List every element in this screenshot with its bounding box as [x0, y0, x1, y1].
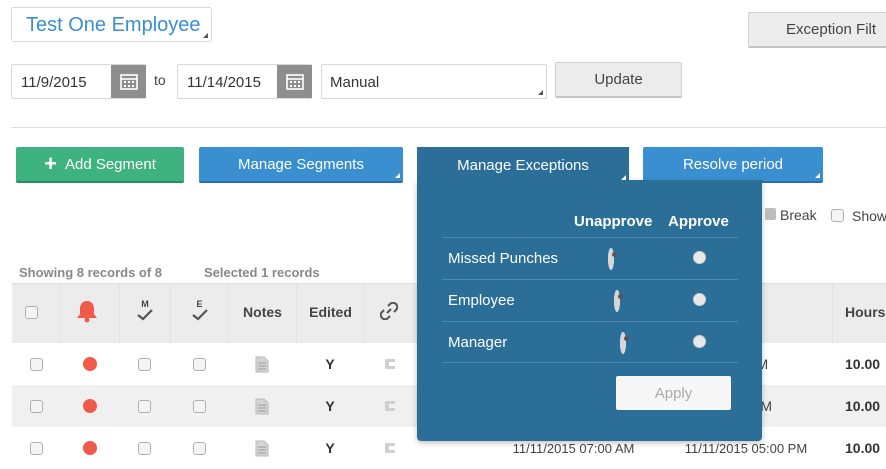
mode-select[interactable]: Manual [321, 64, 547, 99]
panel-divider [442, 362, 738, 363]
manage-segments-button[interactable]: Manage Segments [199, 147, 403, 183]
hours-header: Hours [845, 304, 886, 320]
apply-button[interactable]: Apply [616, 376, 731, 410]
note-document-icon[interactable] [255, 440, 269, 457]
dropdown-corner-icon [395, 173, 400, 178]
manager-unapprove-radio[interactable] [620, 332, 626, 354]
missed-punches-unapprove-radio[interactable] [608, 248, 614, 270]
missed-punches-label: Missed Punches [448, 250, 559, 267]
employee-select-value: Test One Employee [26, 14, 201, 36]
edited-value: Y [325, 440, 335, 456]
edited-value: Y [325, 356, 335, 372]
panel-divider [442, 321, 738, 322]
divider [11, 127, 886, 128]
check-icon [191, 308, 208, 320]
check-icon [137, 308, 153, 320]
exception-dot-icon [82, 441, 97, 455]
add-segment-button[interactable]: + Add Segment [16, 147, 184, 183]
select-all-checkbox[interactable] [25, 306, 38, 319]
date-range-to-label: to [154, 72, 166, 88]
bell-icon [76, 299, 98, 326]
employee-approve-checkbox[interactable] [192, 399, 206, 413]
manager-approve-radio[interactable] [693, 335, 706, 348]
records-selected-text: Selected 1 records [204, 265, 320, 280]
notes-header: Notes [243, 304, 282, 320]
panel-divider [442, 237, 738, 238]
hours-value: 10.00 [845, 398, 881, 414]
note-document-icon[interactable] [255, 398, 269, 415]
start-date-field[interactable]: 11/9/2015 [11, 64, 146, 99]
hours-value: 10.00 [845, 356, 881, 372]
row-checkbox[interactable] [29, 357, 43, 371]
manager-approve-checkbox[interactable] [138, 399, 151, 413]
dropdown-corner-icon [538, 90, 543, 95]
unapprove-column-header: Unapprove [574, 213, 653, 230]
break-legend-label: Break [780, 207, 817, 223]
show-checkbox[interactable] [831, 209, 844, 222]
plus-icon: + [44, 151, 57, 176]
manager-approve-checkbox[interactable] [138, 441, 151, 455]
exception-filter-button[interactable]: Exception Filt [748, 12, 886, 48]
break-legend-swatch [765, 208, 776, 220]
link-bracket-icon[interactable] [384, 400, 396, 412]
approve-column-header: Approve [668, 213, 729, 230]
note-document-icon[interactable] [255, 356, 269, 373]
end-date-field[interactable]: 11/14/2015 [177, 64, 312, 99]
row-checkbox[interactable] [29, 399, 43, 413]
e-approval-header: E [171, 295, 228, 325]
employee-select[interactable]: Test One Employee [11, 7, 212, 42]
link-bracket-icon[interactable] [384, 358, 396, 370]
m-approval-header: M [120, 295, 170, 325]
manager-approve-checkbox[interactable] [138, 357, 151, 371]
missed-punches-approve-radio[interactable] [693, 251, 706, 264]
calendar-icon[interactable] [111, 65, 146, 98]
employee-approve-checkbox[interactable] [192, 357, 206, 371]
panel-divider [442, 279, 738, 280]
update-button[interactable]: Update [555, 62, 682, 98]
employee-label: Employee [448, 292, 515, 309]
exception-dot-icon [82, 399, 97, 413]
resolve-period-button[interactable]: Resolve period [643, 147, 823, 183]
edited-value: Y [325, 398, 335, 414]
manage-exceptions-button[interactable]: Manage Exceptions [417, 147, 629, 183]
row-checkbox[interactable] [29, 441, 43, 455]
edited-header: Edited [309, 304, 352, 320]
dropdown-corner-icon [203, 33, 208, 38]
exception-dot-icon [82, 357, 97, 371]
link-bracket-icon[interactable] [384, 442, 396, 454]
employee-approve-checkbox[interactable] [192, 441, 206, 455]
manager-label: Manager [448, 334, 508, 351]
link-icon [379, 301, 399, 323]
employee-unapprove-radio[interactable] [614, 290, 620, 312]
hours-value: 10.00 [845, 440, 881, 456]
employee-approve-radio[interactable] [693, 293, 706, 306]
dropdown-corner-icon [815, 173, 820, 178]
calendar-icon[interactable] [277, 65, 312, 98]
show-label: Show [852, 208, 886, 224]
records-showing-text: Showing 8 records of 8 [19, 265, 163, 280]
